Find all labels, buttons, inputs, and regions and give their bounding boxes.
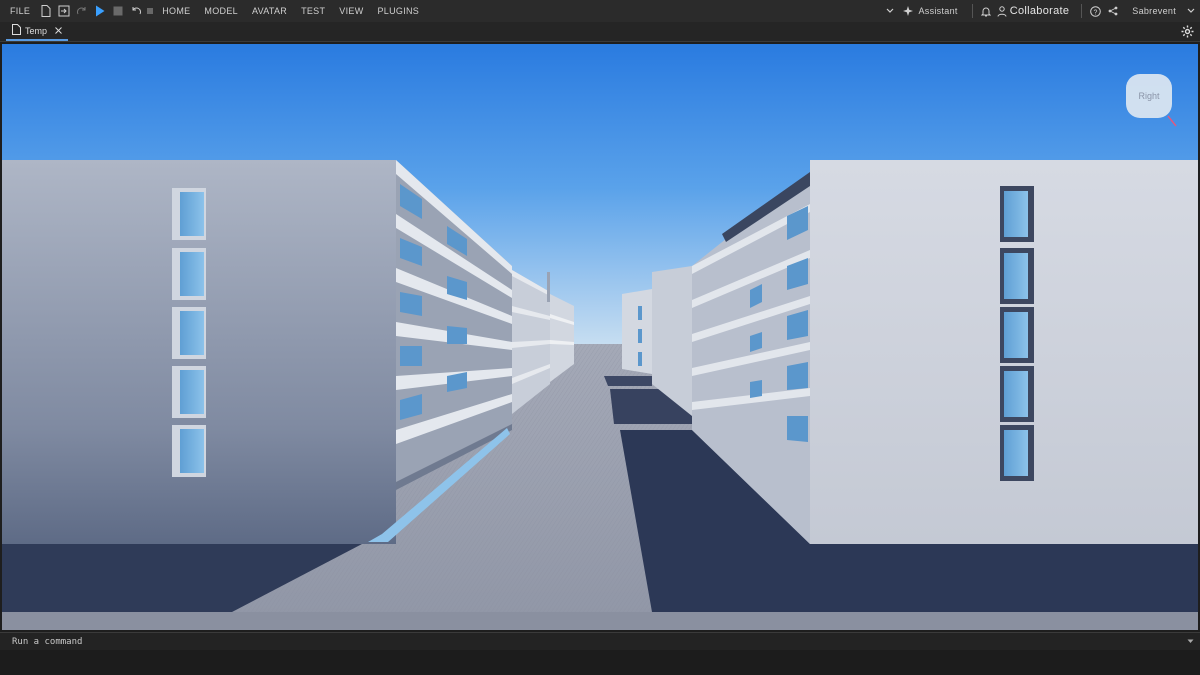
menu-model[interactable]: MODEL — [197, 6, 245, 16]
menu-avatar[interactable]: AVATAR — [245, 6, 294, 16]
user-chevron-down-icon[interactable] — [1182, 0, 1200, 22]
menu-test[interactable]: TEST — [294, 6, 332, 16]
menu-file[interactable]: FILE — [0, 6, 37, 16]
undo-icon[interactable] — [127, 0, 145, 22]
share-icon[interactable] — [1104, 0, 1122, 22]
sparkle-icon — [899, 0, 917, 22]
collaborate-person-icon — [995, 0, 1009, 22]
assistant-button[interactable]: Assistant — [917, 6, 967, 16]
divider — [1081, 4, 1083, 18]
user-menu[interactable]: Sabrevent — [1122, 6, 1182, 16]
tab-label: Temp — [25, 25, 48, 36]
menu-plugins[interactable]: PLUGINS — [370, 6, 426, 16]
stop-icon[interactable] — [109, 0, 127, 22]
tab-bar: Temp — [0, 22, 1200, 42]
menu-view[interactable]: VIEW — [332, 6, 370, 16]
new-file-icon[interactable] — [37, 0, 55, 22]
collaborate-button[interactable]: Collaborate — [1009, 5, 1078, 17]
help-icon[interactable]: ? — [1086, 0, 1104, 22]
3d-viewport[interactable]: Right — [2, 44, 1198, 630]
distant-right-building-1 — [622, 289, 652, 374]
right-building-windows — [1000, 186, 1034, 481]
svg-text:?: ? — [1093, 9, 1097, 16]
right-toolbar: Assistant Collaborate ? Sabrevent — [881, 0, 1200, 22]
publish-icon[interactable] — [55, 0, 73, 22]
command-input[interactable]: Run a command — [12, 637, 82, 647]
chevron-down-icon[interactable] — [881, 0, 899, 22]
command-bar: Run a command — [0, 632, 1200, 650]
command-chevron-down-icon[interactable] — [1187, 637, 1194, 647]
notification-bell-icon[interactable] — [977, 0, 995, 22]
left-building-windows — [172, 188, 206, 477]
close-icon[interactable] — [55, 26, 62, 36]
divider — [971, 4, 973, 18]
gear-icon[interactable] — [1181, 25, 1194, 43]
play-icon[interactable] — [91, 0, 109, 22]
script-file-icon — [12, 24, 21, 37]
view-cube-label: Right — [1138, 91, 1160, 101]
tab-temp[interactable]: Temp — [6, 22, 69, 41]
bottom-panel — [0, 650, 1200, 675]
redo-icon[interactable] — [73, 0, 91, 22]
menu-home[interactable]: HOME — [155, 6, 197, 16]
top-toolbar: FILE HOME MODEL AVATAR TEST VIEW PLUGINS… — [0, 0, 1200, 22]
more-menu-icon[interactable] — [145, 0, 155, 22]
